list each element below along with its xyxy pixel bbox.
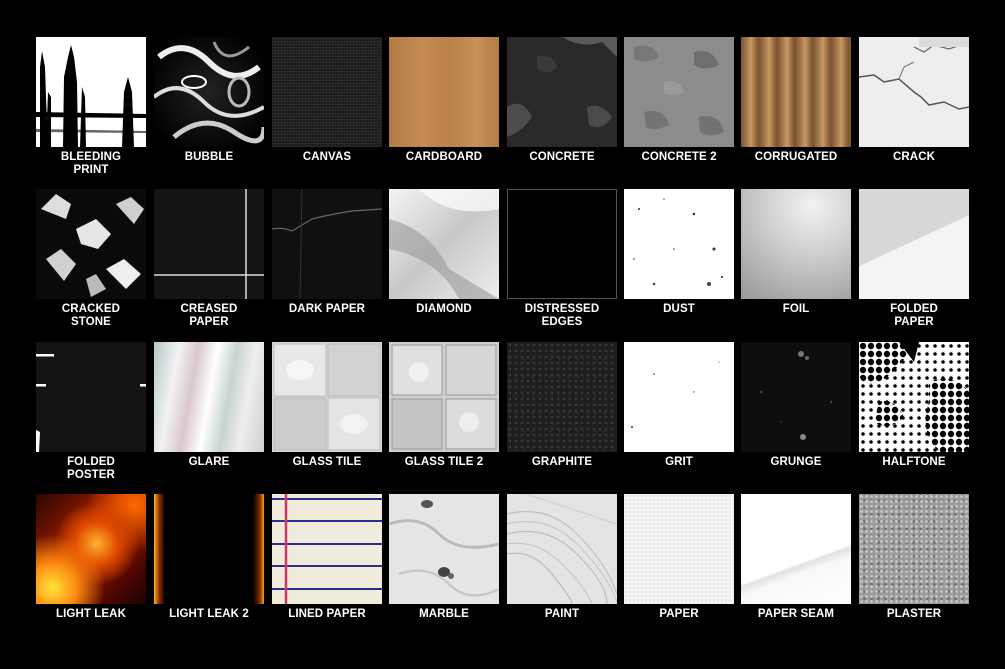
texture-label: GLASS TILE 2 (404, 456, 484, 468)
texture-tile-diamond[interactable]: DIAMOND (389, 189, 499, 316)
texture-label: PAPER SEAM (757, 608, 835, 620)
texture-label: FOIL (782, 303, 810, 315)
texture-label: GRIT (665, 456, 693, 468)
texture-label: CREASED PAPER (180, 303, 238, 328)
texture-tile-folded-poster[interactable]: FOLDED POSTER (36, 342, 146, 482)
cracked-stone-swatch (36, 189, 146, 299)
texture-tile-light-leak-2[interactable]: LIGHT LEAK 2 (154, 494, 264, 621)
distressed-edges-swatch (507, 189, 617, 299)
glass-tile-swatch (272, 342, 382, 452)
corrugated-swatch (741, 37, 851, 147)
texture-tile-plaster[interactable]: PLASTER (859, 494, 969, 621)
folded-paper-swatch (859, 189, 969, 299)
bleeding-print-swatch (36, 37, 146, 147)
texture-label: DARK PAPER (288, 303, 366, 315)
texture-tile-paper[interactable]: PAPER (624, 494, 734, 621)
grunge-swatch (741, 342, 851, 452)
texture-tile-bubble[interactable]: BUBBLE (154, 37, 264, 164)
texture-label: GLASS TILE (292, 456, 362, 468)
paper-seam-swatch (741, 494, 851, 604)
texture-label: CORRUGATED (754, 151, 838, 163)
texture-label: LIGHT LEAK (56, 608, 126, 620)
texture-label: DISTRESSED EDGES (524, 303, 600, 328)
texture-tile-concrete[interactable]: CONCRETE (507, 37, 617, 164)
texture-label: HALFTONE (882, 456, 946, 468)
texture-label: CONCRETE 2 (641, 151, 717, 163)
texture-label: BLEEDING PRINT (60, 151, 122, 176)
paper-swatch (624, 494, 734, 604)
grit-swatch (624, 342, 734, 452)
texture-tile-folded-paper[interactable]: FOLDED PAPER (859, 189, 969, 329)
texture-tile-glass-tile[interactable]: GLASS TILE (272, 342, 382, 469)
texture-label: FOLDED POSTER (67, 456, 115, 481)
plaster-swatch (859, 494, 969, 604)
paint-swatch (507, 494, 617, 604)
folded-poster-swatch (36, 342, 146, 452)
texture-tile-distressed-edges[interactable]: DISTRESSED EDGES (507, 189, 617, 329)
texture-label: DUST (663, 303, 695, 315)
texture-tile-light-leak[interactable]: LIGHT LEAK (36, 494, 146, 621)
graphite-swatch (507, 342, 617, 452)
diamond-swatch (389, 189, 499, 299)
texture-tile-bleeding-print[interactable]: BLEEDING PRINT (36, 37, 146, 177)
texture-tile-paint[interactable]: PAINT (507, 494, 617, 621)
texture-label: DIAMOND (416, 303, 472, 315)
texture-label: CRACKED STONE (61, 303, 121, 328)
texture-tile-foil[interactable]: FOIL (741, 189, 851, 316)
glass-tile-2-swatch (389, 342, 499, 452)
texture-tile-canvas[interactable]: CANVAS (272, 37, 382, 164)
crack-swatch (859, 37, 969, 147)
texture-grid: BLEEDING PRINT BUBBLE CANVAS CARDBOARD C… (0, 0, 1005, 669)
texture-label: FOLDED PAPER (890, 303, 938, 328)
concrete-2-swatch (624, 37, 734, 147)
texture-label: CARDBOARD (405, 151, 483, 163)
texture-tile-dust[interactable]: DUST (624, 189, 734, 316)
texture-label: GRUNGE (770, 456, 822, 468)
texture-tile-cracked-stone[interactable]: CRACKED STONE (36, 189, 146, 329)
texture-tile-creased-paper[interactable]: CREASED PAPER (154, 189, 264, 329)
texture-label: LINED PAPER (288, 608, 366, 620)
dust-swatch (624, 189, 734, 299)
texture-label: GLARE (188, 456, 230, 468)
texture-tile-halftone[interactable]: HALFTONE (859, 342, 969, 469)
texture-label: MARBLE (419, 608, 469, 620)
glare-swatch (154, 342, 264, 452)
texture-tile-grit[interactable]: GRIT (624, 342, 734, 469)
light-leak-2-swatch (154, 494, 264, 604)
lined-paper-swatch (272, 494, 382, 604)
dark-paper-swatch (272, 189, 382, 299)
texture-tile-paper-seam[interactable]: PAPER SEAM (741, 494, 851, 621)
texture-tile-graphite[interactable]: GRAPHITE (507, 342, 617, 469)
foil-swatch (741, 189, 851, 299)
halftone-swatch (859, 342, 969, 452)
bubble-swatch (154, 37, 264, 147)
texture-tile-crack[interactable]: CRACK (859, 37, 969, 164)
texture-tile-concrete-2[interactable]: CONCRETE 2 (624, 37, 734, 164)
texture-label: CRACK (892, 151, 936, 163)
canvas-swatch (272, 37, 382, 147)
light-leak-swatch (36, 494, 146, 604)
concrete-swatch (507, 37, 617, 147)
texture-tile-cardboard[interactable]: CARDBOARD (389, 37, 499, 164)
texture-tile-glass-tile-2[interactable]: GLASS TILE 2 (389, 342, 499, 469)
texture-tile-marble[interactable]: MARBLE (389, 494, 499, 621)
texture-tile-dark-paper[interactable]: DARK PAPER (272, 189, 382, 316)
texture-label: LIGHT LEAK 2 (169, 608, 249, 620)
texture-label: CANVAS (302, 151, 352, 163)
texture-tile-corrugated[interactable]: CORRUGATED (741, 37, 851, 164)
texture-label: BUBBLE (184, 151, 234, 163)
texture-label: GRAPHITE (531, 456, 593, 468)
texture-label: PLASTER (886, 608, 942, 620)
creased-paper-swatch (154, 189, 264, 299)
texture-label: PAINT (544, 608, 580, 620)
texture-tile-grunge[interactable]: GRUNGE (741, 342, 851, 469)
cardboard-swatch (389, 37, 499, 147)
texture-label: CONCRETE (529, 151, 595, 163)
texture-tile-glare[interactable]: GLARE (154, 342, 264, 469)
texture-tile-lined-paper[interactable]: LINED PAPER (272, 494, 382, 621)
marble-swatch (389, 494, 499, 604)
texture-label: PAPER (659, 608, 699, 620)
